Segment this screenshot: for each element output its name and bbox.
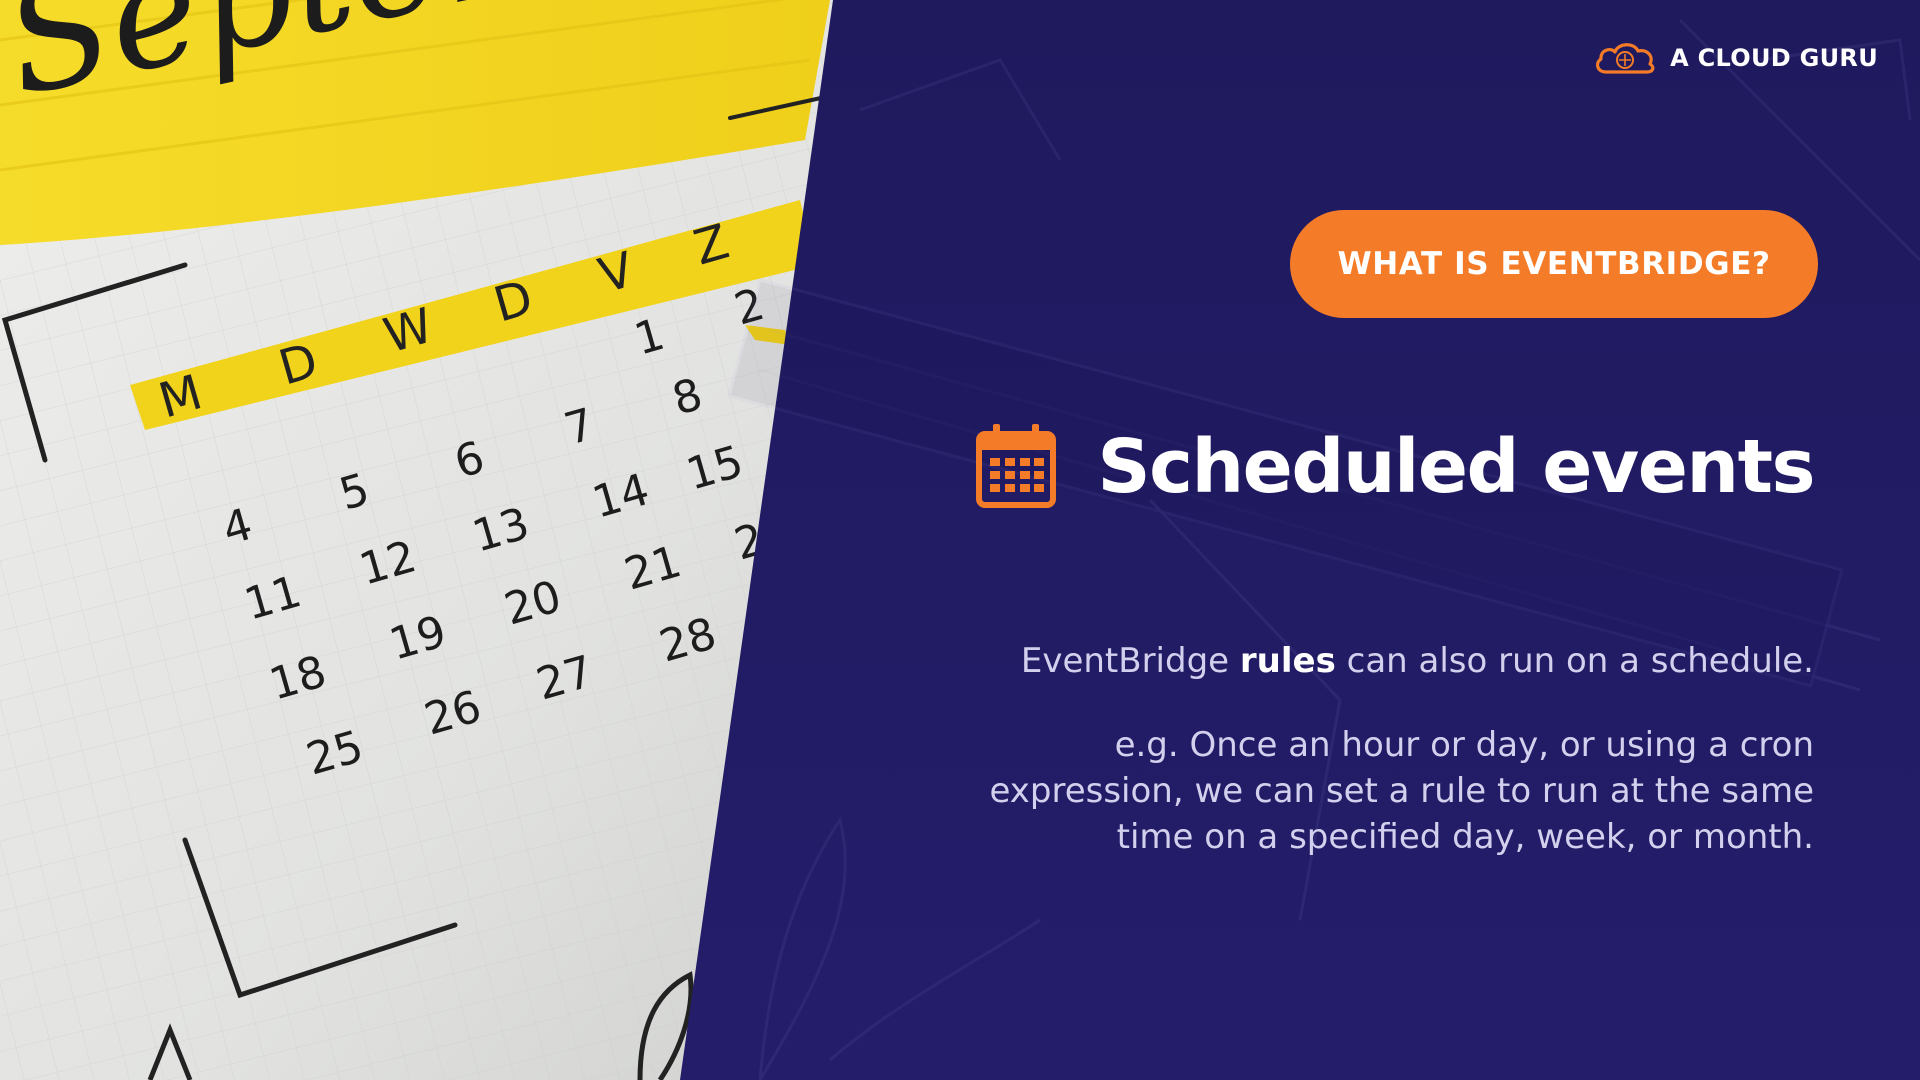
body-line-1: EventBridge rules can also run on a sche… xyxy=(954,638,1814,684)
slide: Septem M D W D V Z 1 2 4 5 6 7 8 11 12 1… xyxy=(0,0,1920,1080)
slide-title: Scheduled events xyxy=(1097,424,1815,510)
body-line-1-suffix: can also run on a schedule. xyxy=(1335,641,1814,681)
body-line-1-prefix: EventBridge xyxy=(1020,641,1240,681)
brand: A CLOUD GURU xyxy=(1592,38,1878,78)
calendar-icon xyxy=(976,424,1056,508)
dark-panel xyxy=(680,0,1920,1080)
topic-pill-label: WHAT IS EVENTBRIDGE? xyxy=(1337,246,1771,282)
topic-pill: WHAT IS EVENTBRIDGE? xyxy=(1290,210,1818,318)
body-emphasis-rules: rules xyxy=(1239,641,1336,681)
body-line-2: e.g. Once an hour or day, or using a cro… xyxy=(989,725,1814,857)
brand-name: A CLOUD GURU xyxy=(1670,44,1878,72)
cloud-logo-icon xyxy=(1596,43,1655,74)
